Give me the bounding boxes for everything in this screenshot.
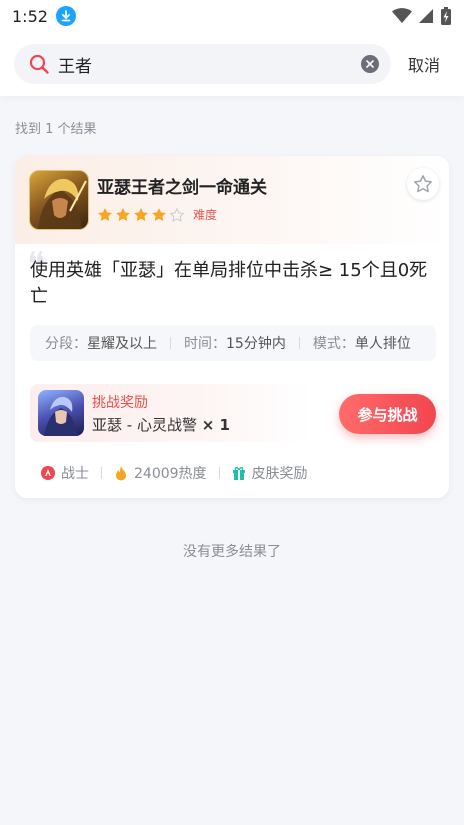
divider: [298, 337, 300, 349]
star-filled-icon: [152, 207, 166, 221]
tag-role: 战士: [41, 463, 89, 483]
tag-text: 战士: [61, 466, 89, 482]
reward-item: 亚瑟 - 心灵战警 × 1: [92, 415, 230, 434]
tag-reward: 皮肤奖励: [232, 463, 308, 483]
card-header: 亚瑟王者之剑一命通关 难度: [15, 156, 449, 244]
join-challenge-button[interactable]: 参与挑战: [339, 394, 436, 434]
reward-box: 挑战奖励 亚瑟 - 心灵战警 × 1: [30, 384, 312, 442]
search-header: 取消: [0, 32, 464, 96]
reward-label: 挑战奖励: [92, 394, 148, 411]
battery-icon: [441, 7, 451, 25]
status-bar: 1:52: [0, 0, 464, 32]
challenge-card[interactable]: 亚瑟王者之剑一命通关 难度 ❝ 使用英雄「亚瑟」在单局排位中击杀≥ 15个且0死…: [15, 156, 449, 498]
signal-icon: [419, 9, 433, 23]
tag-text: 24009热度: [134, 466, 207, 482]
tag-popularity: 24009热度: [114, 463, 207, 483]
role-icon: [41, 466, 55, 480]
info-rank: 分段：星耀及以上: [45, 336, 157, 352]
gift-icon: [232, 467, 245, 480]
no-more-results: 没有更多结果了: [183, 544, 281, 560]
star-outline-icon: [414, 175, 432, 193]
hero-avatar: [29, 170, 89, 230]
star-filled-icon: [134, 207, 148, 221]
card-head-info: 亚瑟王者之剑一命通关 难度: [97, 170, 267, 223]
divider: [101, 467, 102, 479]
divider: [218, 467, 220, 479]
cancel-button[interactable]: 取消: [408, 52, 440, 76]
tags-row: 战士 24009热度 皮肤奖励: [41, 463, 308, 483]
star-filled-icon: [98, 207, 112, 221]
reward-skin-thumbnail: [38, 390, 84, 436]
info-mode: 模式：单人排位: [312, 336, 411, 352]
favorite-button[interactable]: [407, 168, 439, 200]
results-count: 找到 1 个结果: [15, 122, 97, 137]
download-icon: [55, 6, 76, 26]
search-icon: [29, 54, 49, 74]
star-filled-icon: [116, 207, 130, 221]
search-box[interactable]: [14, 44, 391, 84]
challenge-title: 亚瑟王者之剑一命通关: [97, 178, 267, 198]
fire-icon: [116, 465, 126, 480]
challenge-description: 使用英雄「亚瑟」在单局排位中击杀≥ 15个且0死亡: [30, 260, 428, 307]
status-left: 1:52: [12, 6, 76, 26]
divider: [170, 337, 171, 349]
tag-text: 皮肤奖励: [251, 466, 308, 482]
difficulty-label: 难度: [193, 208, 218, 222]
wifi-icon: [392, 8, 412, 23]
reward-text: 挑战奖励 亚瑟 - 心灵战警 × 1: [92, 392, 230, 435]
challenge-info-bar: 分段：星耀及以上 时间：15分钟内 模式：单人排位: [30, 325, 436, 361]
clear-icon[interactable]: [361, 55, 379, 73]
difficulty-rating: 难度: [97, 206, 267, 223]
info-time: 时间：15分钟内: [184, 336, 286, 352]
star-empty-icon: [169, 207, 185, 222]
status-time: 1:52: [12, 6, 48, 26]
status-right: [392, 7, 452, 25]
search-input[interactable]: [58, 54, 361, 74]
